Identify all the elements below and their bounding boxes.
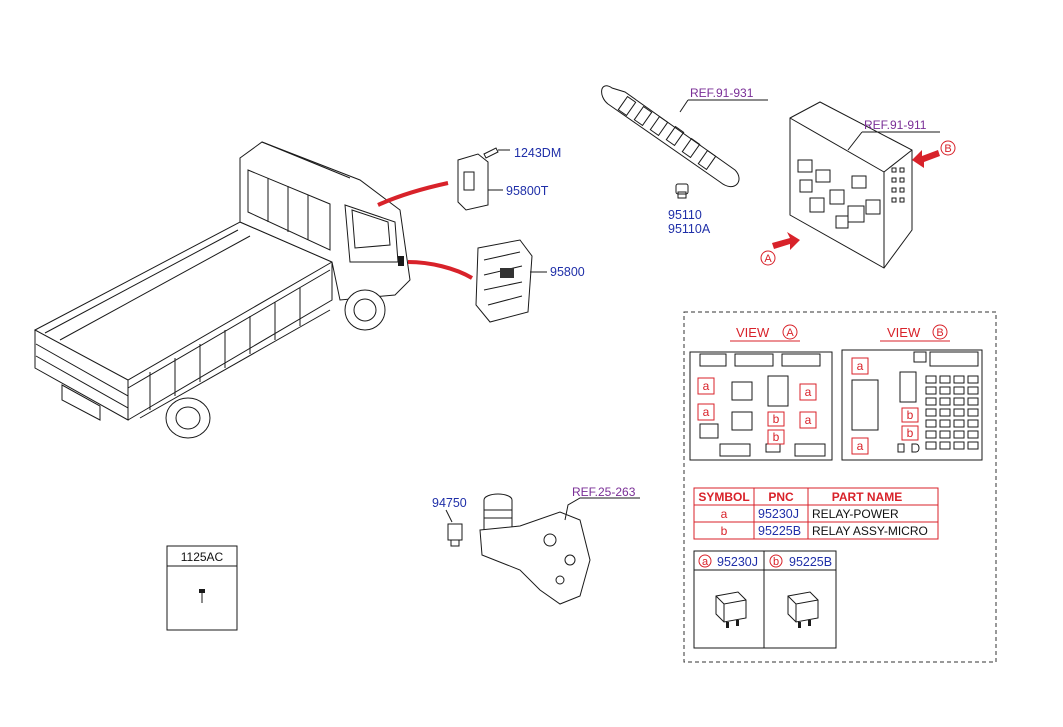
svg-text:b: b [773, 556, 779, 568]
parts-diagram: 1243DM 95800T 95800 REF.91-931 95110 951… [33, 85, 997, 663]
marker-b-letter: B [944, 143, 951, 155]
svg-text:A: A [786, 327, 794, 339]
svg-text:a: a [703, 405, 710, 419]
label-94750: 94750 [432, 496, 467, 510]
label-ref-91-931: REF.91-931 [690, 86, 754, 100]
relay-box-a-pnc[interactable]: 95230J [717, 555, 758, 569]
oil-filter-housing [479, 493, 640, 605]
label-1243dm: 1243DM [514, 146, 561, 160]
svg-text:a: a [857, 359, 864, 373]
label-1125ac: 1125AC [181, 550, 224, 564]
svg-text:a: a [857, 439, 864, 453]
view-b-title: VIEW B [880, 324, 950, 342]
label-ref-25-263: REF.25-263 [572, 485, 636, 499]
relay-box-b-pnc[interactable]: 95225B [789, 555, 832, 569]
sensor-94750 [445, 509, 463, 547]
table-header-symbol: SYMBOL [698, 490, 749, 504]
label-95110: 95110 [668, 208, 702, 222]
module-95800t [457, 153, 503, 211]
label-95110a: 95110A [668, 222, 711, 236]
svg-text:a: a [805, 413, 812, 427]
marker-a-letter: A [764, 253, 772, 265]
bulb-95110 [675, 183, 689, 199]
view-a-markers: a a a a b b [697, 377, 817, 445]
arrow-a-icon [772, 232, 800, 250]
table-cell-symbol: b [721, 524, 728, 538]
screw-1243dm [483, 147, 510, 159]
table-cell-pnc[interactable]: 95230J [758, 507, 799, 521]
svg-text:b: b [907, 426, 914, 440]
svg-text:a: a [805, 385, 812, 399]
svg-text:b: b [773, 412, 780, 426]
view-a-title: VIEW A [730, 324, 800, 342]
label-95800: 95800 [550, 265, 585, 279]
svg-text:a: a [703, 379, 710, 393]
svg-text:VIEW: VIEW [887, 325, 921, 340]
label-95800t: 95800T [506, 184, 549, 198]
table-cell-symbol: a [721, 507, 728, 521]
svg-text:B: B [936, 327, 943, 339]
svg-text:VIEW: VIEW [736, 325, 770, 340]
arrow-b-icon [912, 150, 940, 168]
truck-illustration [33, 141, 474, 439]
svg-text:a: a [702, 556, 709, 568]
connector-strip [601, 85, 768, 188]
module-95800 [475, 239, 547, 323]
label-ref-91-911: REF.91-911 [864, 118, 927, 132]
table-header-part-name: PART NAME [832, 490, 902, 504]
svg-text:b: b [907, 408, 914, 422]
table-cell-pnc[interactable]: 95225B [758, 524, 801, 538]
table-cell-part-name: RELAY-POWER [812, 507, 899, 521]
svg-text:b: b [773, 430, 780, 444]
table-header-pnc: PNC [768, 490, 794, 504]
table-cell-part-name: RELAY ASSY-MICRO [812, 524, 928, 538]
